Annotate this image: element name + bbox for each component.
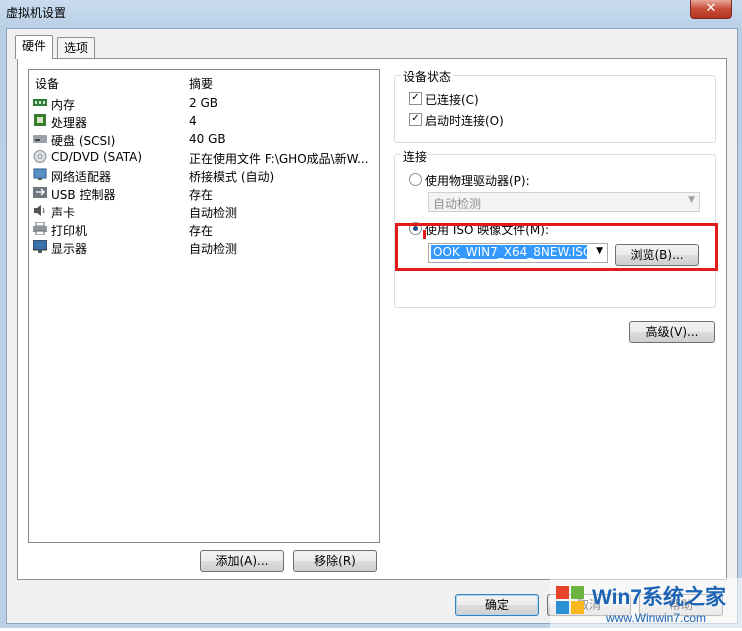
device-row[interactable]: 打印机 存在	[29, 220, 379, 238]
device-row[interactable]: USB 控制器 存在	[29, 184, 379, 202]
connect-on-start-checkbox[interactable]: ✓	[409, 113, 422, 126]
device-summary: 自动检测	[189, 206, 238, 220]
device-summary: 正在使用文件 F:\GHO成品\新W...	[189, 152, 369, 166]
device-row[interactable]: 声卡 自动检测	[29, 202, 379, 220]
device-status-title: 设备状态	[401, 68, 454, 85]
tab-hardware[interactable]: 硬件	[15, 35, 54, 59]
svg-text:Win7系统之家: Win7系统之家	[592, 585, 727, 609]
printer-icon	[33, 221, 47, 236]
add-button[interactable]: 添加(A)...	[200, 550, 284, 572]
column-header-device[interactable]: 设备	[35, 75, 59, 92]
device-name: USB 控制器	[51, 188, 116, 202]
device-summary: 存在	[189, 224, 214, 238]
connection-title: 连接	[401, 148, 430, 165]
connected-label[interactable]: 已连接(C)	[425, 91, 479, 108]
watermark: Win7系统之家 www.Winwin7.com	[550, 578, 742, 628]
memory-icon	[33, 96, 47, 109]
device-name: 处理器	[51, 116, 88, 130]
usb-icon	[33, 186, 47, 199]
device-summary: 桥接模式 (自动)	[189, 170, 275, 184]
column-header-summary[interactable]: 摘要	[189, 75, 213, 92]
device-row[interactable]: CD/DVD (SATA) 正在使用文件 F:\GHO成品\新W...	[29, 148, 379, 166]
watermark-logo: Win7系统之家 www.Winwin7.com	[550, 578, 742, 628]
svg-text:www.Winwin7.com: www.Winwin7.com	[605, 611, 706, 625]
device-summary: 自动检测	[189, 242, 238, 256]
connect-on-start-label[interactable]: 启动时连接(O)	[425, 112, 504, 129]
close-button[interactable]: ✕	[690, 0, 732, 19]
device-summary: 4	[189, 114, 197, 128]
device-name: 内存	[51, 98, 76, 112]
chevron-down-icon: ▼	[688, 195, 695, 205]
advanced-button[interactable]: 高级(V)...	[629, 321, 715, 343]
processor-icon	[33, 114, 47, 127]
device-name: 显示器	[51, 242, 88, 256]
device-name: 网络适配器	[51, 170, 112, 184]
physical-drive-value: 自动检测	[433, 197, 482, 211]
title-bar[interactable]: 虚拟机设置 ✕	[0, 0, 742, 24]
remove-button[interactable]: 移除(R)	[293, 550, 377, 572]
cd-dvd-icon	[33, 150, 47, 163]
device-name: 硬盘 (SCSI)	[51, 134, 116, 148]
device-name: 打印机	[51, 224, 88, 238]
display-icon	[32, 239, 48, 253]
hardware-panel: 设备 摘要 内存 2 GB 处理器 4 硬盘 (SCSI) 40 GB CD/D…	[17, 58, 727, 580]
device-row[interactable]: 处理器 4	[29, 112, 379, 130]
device-row[interactable]: 网络适配器 桥接模式 (自动)	[29, 166, 379, 184]
device-list[interactable]: 设备 摘要 内存 2 GB 处理器 4 硬盘 (SCSI) 40 GB CD/D…	[28, 69, 380, 543]
highlight-annotation	[395, 223, 718, 271]
sound-icon	[33, 204, 47, 217]
dialog-window: 虚拟机设置 ✕ 硬件 选项 设备 摘要 内存 2 GB 处理器 4 硬盘 (SC…	[0, 0, 742, 628]
device-name: 声卡	[51, 206, 76, 220]
device-row[interactable]: 显示器 自动检测	[29, 238, 379, 256]
physical-drive-label[interactable]: 使用物理驱动器(P):	[425, 172, 530, 189]
device-status-group	[394, 75, 716, 143]
network-adapter-icon	[33, 168, 47, 181]
device-summary: 存在	[189, 188, 214, 202]
device-row[interactable]: 内存 2 GB	[29, 94, 379, 112]
dialog-client: 硬件 选项 设备 摘要 内存 2 GB 处理器 4 硬盘 (SCSI) 40 G…	[6, 28, 738, 624]
tab-options[interactable]: 选项	[57, 37, 96, 58]
device-name: CD/DVD (SATA)	[51, 150, 143, 164]
window-title: 虚拟机设置	[6, 6, 67, 20]
ok-button[interactable]: 确定	[455, 594, 539, 616]
device-row[interactable]: 硬盘 (SCSI) 40 GB	[29, 130, 379, 148]
hard-disk-icon	[33, 132, 47, 145]
connected-checkbox[interactable]: ✓	[409, 92, 422, 105]
device-summary: 40 GB	[189, 132, 226, 146]
physical-drive-radio[interactable]	[409, 173, 422, 186]
device-summary: 2 GB	[189, 96, 218, 110]
physical-drive-select: 自动检测 ▼	[428, 192, 700, 212]
annotation-mark	[423, 230, 426, 239]
